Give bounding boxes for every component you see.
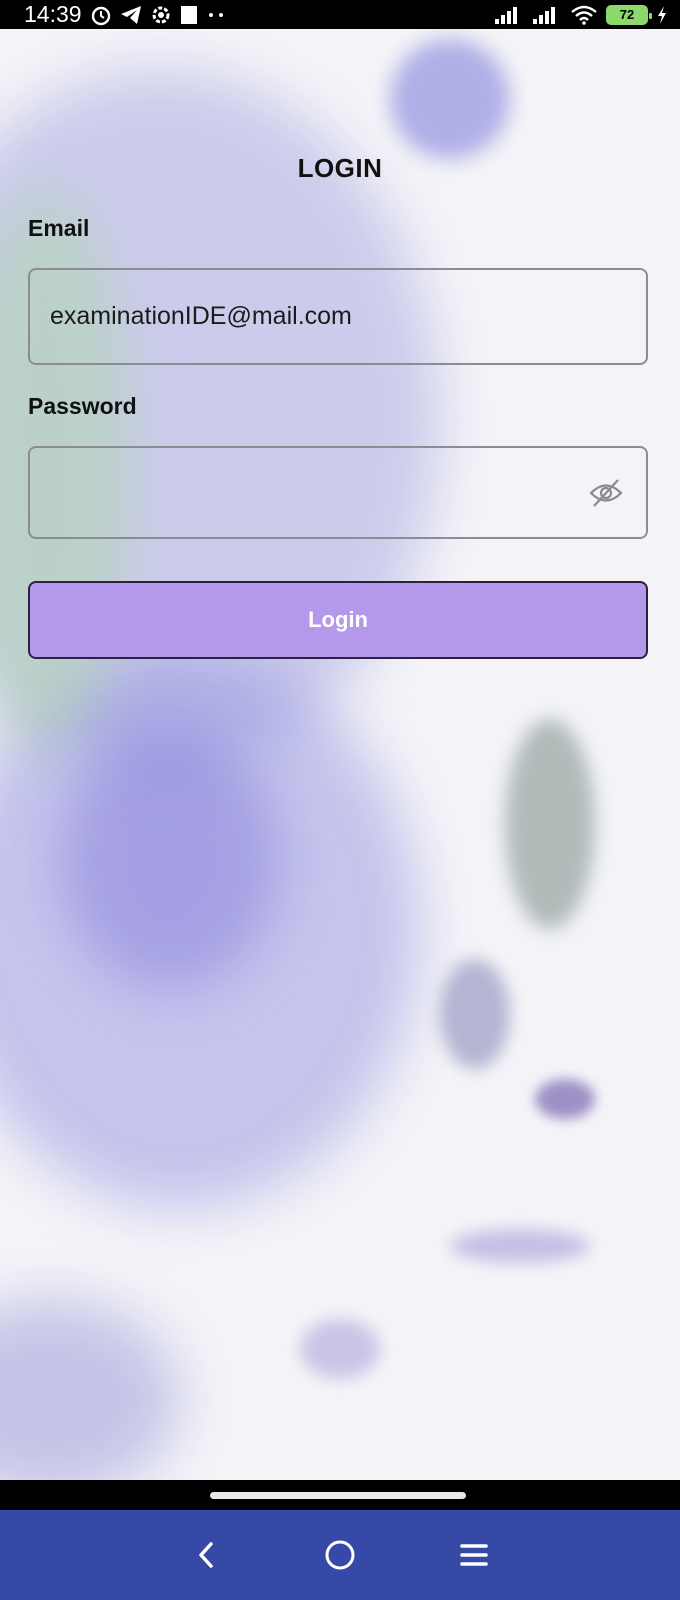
login-screen: LOGIN Email examinationIDE@mail.com Pass… <box>0 29 680 1480</box>
watercolor-stain <box>450 1229 590 1263</box>
home-icon[interactable] <box>318 1533 362 1577</box>
dots-icon <box>206 11 228 19</box>
password-field[interactable] <box>28 446 648 539</box>
watercolor-stain <box>505 719 595 929</box>
telegram-icon <box>120 5 142 25</box>
battery-icon: 72 <box>606 4 652 25</box>
login-button[interactable]: Login <box>28 581 648 659</box>
menu-icon[interactable] <box>452 1533 496 1577</box>
eye-off-icon[interactable] <box>586 473 626 513</box>
charging-icon <box>656 5 668 25</box>
watercolor-stain <box>390 39 510 159</box>
watercolor-stain <box>60 729 280 989</box>
page-title: LOGIN <box>297 153 383 183</box>
watercolor-stain <box>535 1079 595 1119</box>
phone-screen: 14:39 72 LOGIN Email examinationIDE@mail… <box>0 0 680 1600</box>
settings-icon <box>150 4 172 26</box>
email-label: Email <box>28 215 90 241</box>
status-time: 14:39 <box>24 1 82 27</box>
password-label: Password <box>28 393 137 419</box>
status-right: 72 <box>494 4 668 25</box>
email-value: examinationIDE@mail.com <box>50 302 352 330</box>
alarm-icon <box>90 4 112 26</box>
watercolor-stain <box>300 1319 380 1379</box>
watercolor-stain <box>440 959 510 1069</box>
status-left: 14:39 <box>24 1 228 28</box>
watercolor-stain <box>0 1299 180 1480</box>
back-icon[interactable] <box>184 1533 228 1577</box>
square-icon <box>180 5 198 25</box>
signal-icon <box>532 5 562 25</box>
gesture-handle[interactable] <box>210 1492 466 1499</box>
signal-icon <box>494 5 524 25</box>
wifi-icon <box>570 5 598 25</box>
navigation-bar <box>0 1510 680 1600</box>
email-field[interactable]: examinationIDE@mail.com <box>28 268 648 365</box>
status-bar: 14:39 72 <box>0 0 680 29</box>
gesture-area <box>0 1480 680 1510</box>
